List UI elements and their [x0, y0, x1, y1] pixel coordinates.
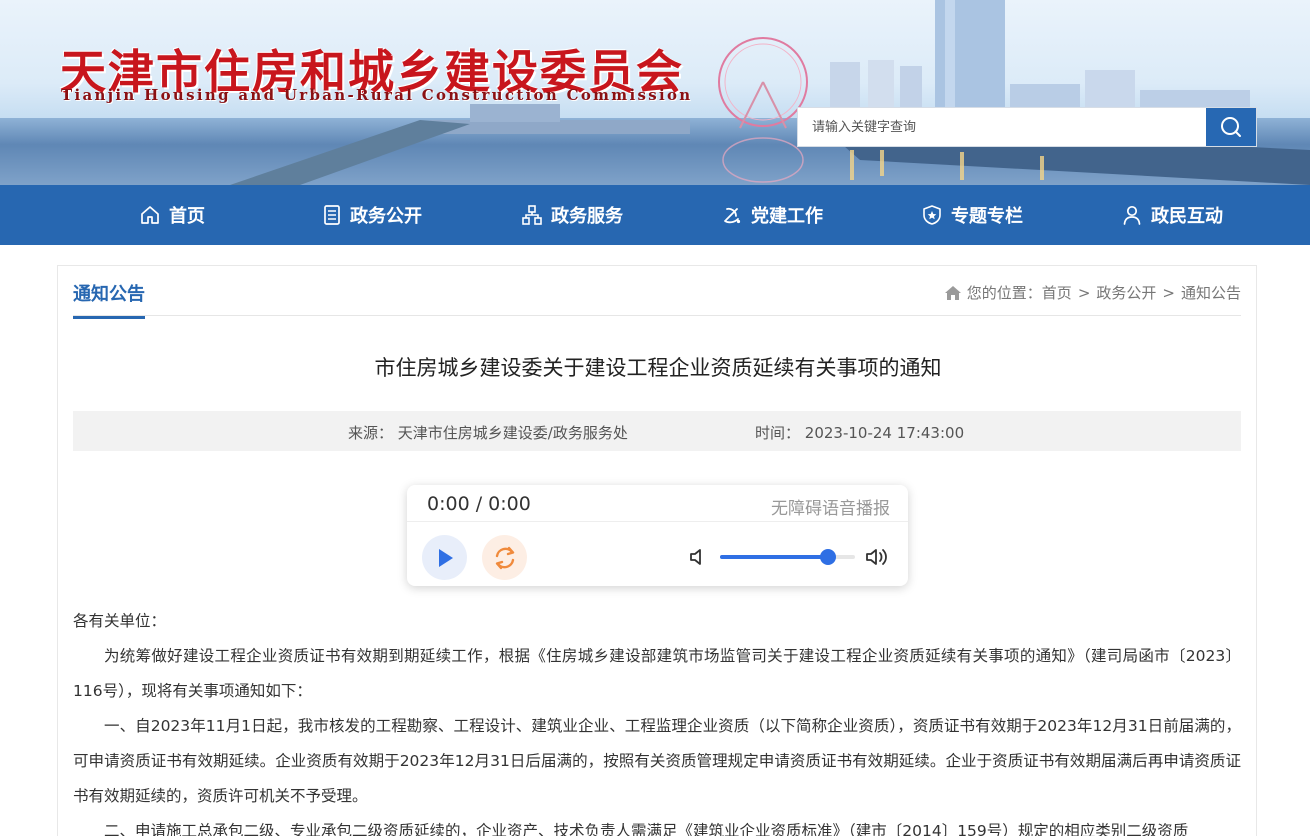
breadcrumb-link-notices[interactable]: 通知公告: [1181, 282, 1241, 303]
article-body: 各有关单位： 为统筹做好建设工程企业资质证书有效期到期延续工作，根据《住房城乡建…: [73, 604, 1241, 836]
time-label: 时间：: [755, 424, 801, 442]
search-bar: [797, 107, 1257, 147]
nav-item-label: 专题专栏: [951, 206, 1023, 227]
player-current-time: 0:00: [427, 493, 470, 515]
article-source: 来源： 天津市住房城乡建设委/政务服务处: [348, 422, 628, 443]
volume-high-icon[interactable]: [865, 546, 891, 568]
section-title: 通知公告: [73, 280, 145, 319]
nav-item-label: 政民互动: [1151, 206, 1223, 227]
breadcrumb-link-government-affairs[interactable]: 政务公开: [1096, 282, 1156, 303]
breadcrumb-separator: >: [1162, 283, 1175, 302]
nav-item-government-affairs[interactable]: 政务公开: [272, 185, 472, 245]
nav-item-home[interactable]: 首页: [72, 185, 272, 245]
section-header: 通知公告 您的位置： 首页 > 政务公开 > 通知公告: [73, 266, 1241, 319]
play-button[interactable]: [422, 535, 467, 580]
search-icon: [1221, 117, 1241, 137]
play-icon: [438, 548, 453, 567]
nav-item-special-topics[interactable]: 专题专栏: [872, 185, 1072, 245]
nav-item-label: 首页: [169, 206, 205, 227]
breadcrumb: 您的位置： 首页 > 政务公开 > 通知公告: [944, 282, 1241, 303]
article-time: 时间： 2023-10-24 17:43:00: [755, 422, 964, 443]
volume-slider-handle[interactable]: [820, 549, 836, 565]
article-title: 市住房城乡建设委关于建设工程企业资质延续有关事项的通知: [374, 356, 942, 380]
player-divider: [407, 521, 908, 522]
player-time-separator: /: [475, 493, 483, 515]
volume-slider[interactable]: [720, 549, 855, 565]
content-panel: 通知公告 您的位置： 首页 > 政务公开 > 通知公告 市住房城乡建设委关于建设…: [57, 265, 1257, 836]
party-emblem-icon: [724, 207, 741, 224]
nav-item-public-interaction[interactable]: 政民互动: [1072, 185, 1272, 245]
source-value: 天津市住房城乡建设委/政务服务处: [397, 424, 628, 442]
article-paragraph: 一、自2023年11月1日起，我市核发的工程勘察、工程设计、建筑业企业、工程监理…: [73, 717, 1241, 805]
player-duration: 0:00: [488, 493, 531, 515]
volume-slider-fill: [720, 555, 828, 559]
replay-button[interactable]: [482, 535, 527, 580]
source-label: 来源：: [348, 424, 394, 442]
service-network-icon: [522, 205, 542, 225]
player-timecode: 0:00 / 0:00: [427, 493, 531, 515]
badge-star-icon: [923, 205, 941, 225]
search-input[interactable]: [798, 108, 1206, 146]
breadcrumb-separator: >: [1077, 283, 1091, 302]
nav-item-party-building[interactable]: 党建工作: [672, 185, 872, 245]
player-label: 无障碍语音播报: [771, 499, 890, 519]
nav-item-label: 党建工作: [751, 206, 823, 227]
nav-item-label: 政务服务: [551, 206, 623, 227]
nav-item-government-services[interactable]: 政务服务: [472, 185, 672, 245]
volume-low-icon[interactable]: [689, 547, 707, 567]
user-icon: [1123, 205, 1141, 225]
replay-icon: [495, 546, 514, 569]
nav-item-label: 政务公开: [350, 206, 422, 227]
breadcrumb-link-home[interactable]: 首页: [1042, 282, 1072, 303]
article-meta: 来源： 天津市住房城乡建设委/政务服务处 时间： 2023-10-24 17:4…: [73, 411, 1241, 451]
time-value: 2023-10-24 17:43:00: [804, 424, 965, 442]
article-paragraph: 二、申请施工总承包二级、专业承包二级资质延续的，企业资产、技术负责人需满足《建筑…: [104, 822, 1189, 836]
main-nav: 首页 政务公开 政务服务 党建工作 专题专栏 政民互动: [0, 185, 1310, 245]
home-icon: [944, 285, 961, 300]
header-banner: 天津市住房和城乡建设委员会 Tianjin Housing and Urban-…: [0, 0, 1310, 185]
breadcrumb-prefix: 您的位置：: [966, 284, 1042, 302]
audio-player: 0:00 / 0:00 无障碍语音播报: [407, 485, 908, 586]
search-button[interactable]: [1206, 108, 1256, 146]
article-paragraph: 为统筹做好建设工程企业资质证书有效期到期延续工作，根据《住房城乡建设部建筑市场监…: [73, 647, 1241, 700]
site-title-en: Tianjin Housing and Urban-Rural Construc…: [61, 86, 693, 104]
home-icon: [141, 206, 159, 224]
article-salutation: 各有关单位：: [73, 612, 167, 630]
document-icon: [324, 205, 340, 225]
